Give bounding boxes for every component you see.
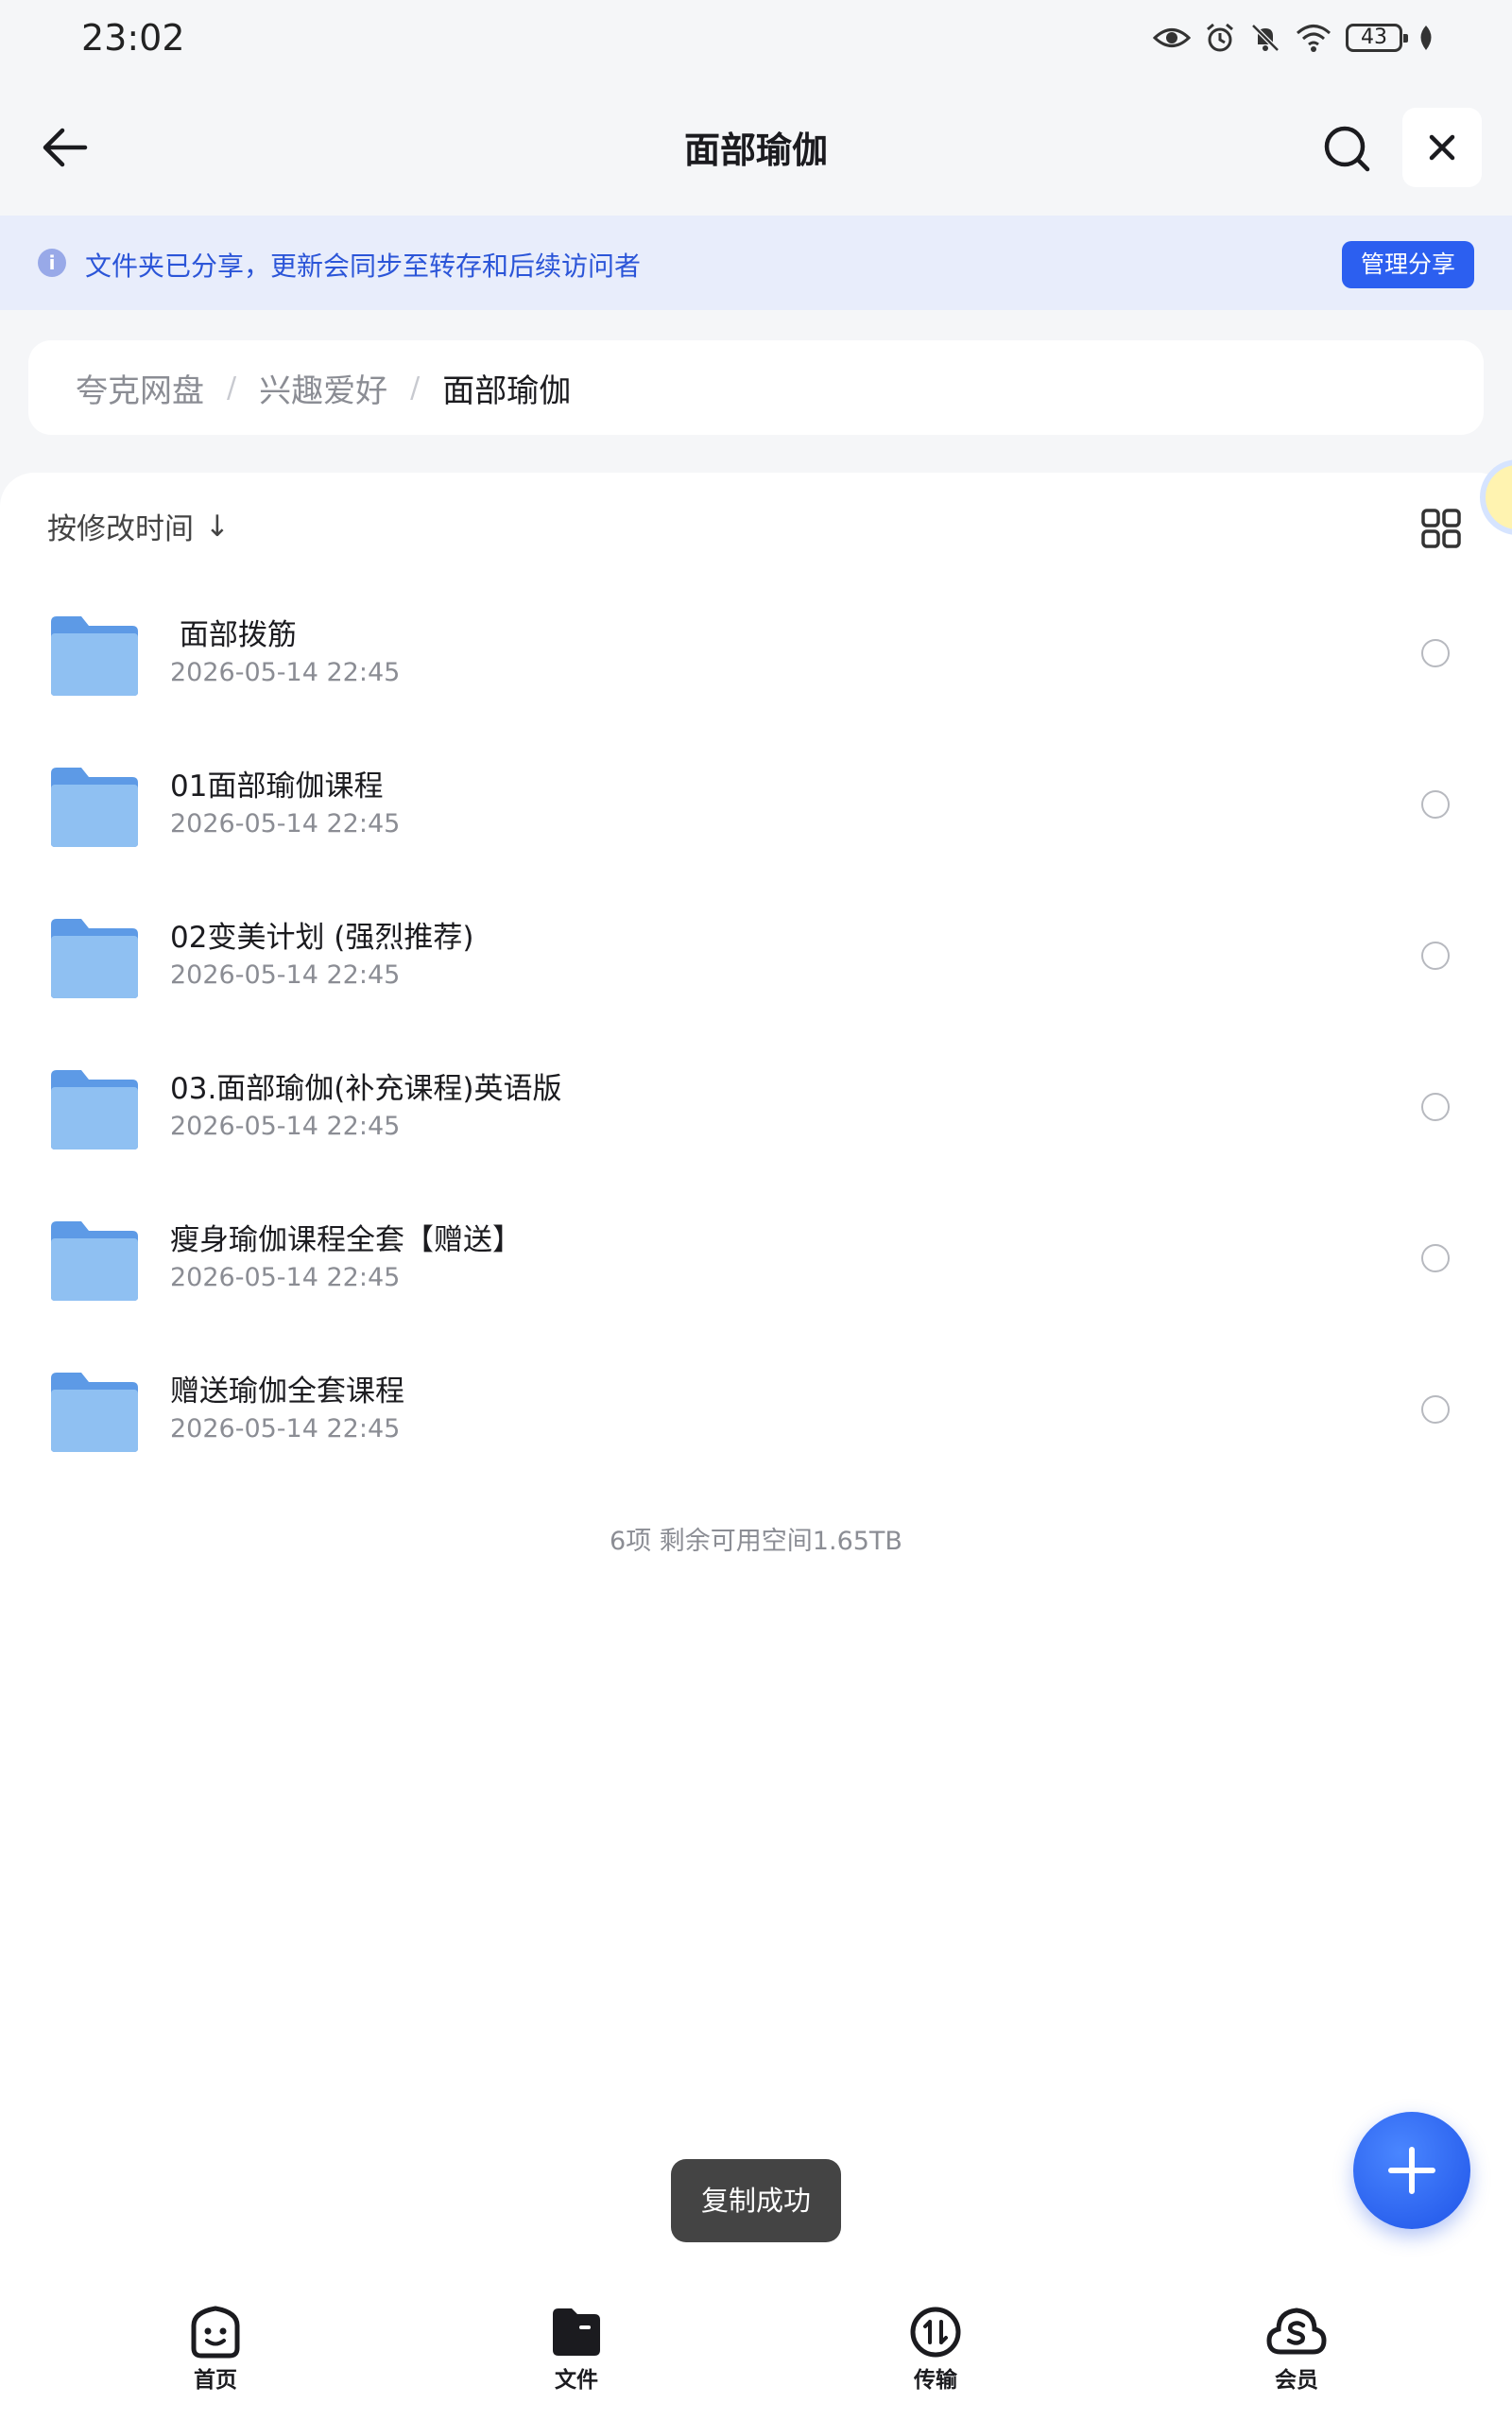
nav-item-transfer[interactable]: 传输 bbox=[869, 2305, 1002, 2409]
share-banner-text: 文件夹已分享，更新会同步至转存和后续访问者 bbox=[85, 251, 642, 282]
page-title: 面部瑜伽 bbox=[683, 130, 828, 171]
folder-icon bbox=[51, 919, 138, 998]
manage-share-button[interactable]: 管理分享 bbox=[1342, 241, 1474, 288]
folder-icon bbox=[51, 1070, 138, 1150]
select-radio[interactable] bbox=[1421, 790, 1450, 819]
breadcrumb-separator: / bbox=[227, 371, 237, 405]
file-row[interactable]: 面部拨筋 2026-05-14 22:45 bbox=[0, 577, 1512, 728]
nav-item-home[interactable]: 首页 bbox=[149, 2305, 282, 2409]
home-face-icon bbox=[191, 2306, 240, 2359]
folder-icon bbox=[51, 1373, 138, 1452]
file-name: 瘦身瑜伽课程全套【赠送】 bbox=[170, 1223, 522, 1257]
breadcrumb-item-hobbies[interactable]: 兴趣爱好 bbox=[259, 365, 387, 411]
nav-item-files[interactable]: 文件 bbox=[510, 2305, 643, 2409]
nav-label-files: 文件 bbox=[555, 2368, 598, 2393]
select-radio[interactable] bbox=[1421, 1395, 1450, 1424]
bell-muted-icon bbox=[1251, 24, 1280, 52]
file-date: 2026-05-14 22:45 bbox=[170, 1263, 401, 1292]
file-name: 02变美计划 (强烈推荐) bbox=[170, 921, 474, 955]
file-row[interactable]: 赠送瑜伽全套课程 2026-05-14 22:45 bbox=[0, 1333, 1512, 1484]
file-name: 赠送瑜伽全套课程 bbox=[170, 1374, 404, 1409]
file-name: 03.面部瑜伽(补充课程)英语版 bbox=[170, 1072, 562, 1106]
select-radio[interactable] bbox=[1421, 1093, 1450, 1121]
breadcrumb: 夸克网盘 / 兴趣爱好 / 面部瑜伽 bbox=[28, 340, 1484, 435]
header-bar: 面部瑜伽 bbox=[0, 79, 1512, 216]
grid-view-button[interactable] bbox=[1418, 505, 1465, 552]
nav-label-transfer: 传输 bbox=[914, 2368, 957, 2393]
select-radio[interactable] bbox=[1421, 1244, 1450, 1272]
status-time: 23:02 bbox=[81, 17, 185, 59]
close-icon bbox=[1429, 134, 1455, 161]
eye-icon bbox=[1153, 28, 1191, 47]
file-row[interactable]: 瘦身瑜伽课程全套【赠送】 2026-05-14 22:45 bbox=[0, 1182, 1512, 1333]
file-date: 2026-05-14 22:45 bbox=[170, 809, 401, 838]
toast-message: 复制成功 bbox=[671, 2159, 841, 2242]
bottom-nav: 首页 文件 传输 会员 bbox=[0, 2288, 1512, 2420]
file-date: 2026-05-14 22:45 bbox=[170, 1414, 401, 1443]
storage-summary: 6项 剩余可用空间1.65TB bbox=[610, 1527, 902, 1556]
transfer-icon bbox=[910, 2307, 961, 2358]
status-icons: 43 bbox=[1153, 19, 1436, 57]
file-date: 2026-05-14 22:45 bbox=[170, 960, 401, 990]
folder-icon bbox=[51, 616, 138, 696]
member-cloud-icon bbox=[1266, 2308, 1327, 2355]
nav-item-member[interactable]: 会员 bbox=[1230, 2305, 1363, 2409]
breadcrumb-item-current: 面部瑜伽 bbox=[442, 372, 572, 410]
select-radio[interactable] bbox=[1421, 942, 1450, 970]
file-row[interactable]: 03.面部瑜伽(补充课程)英语版 2026-05-14 22:45 bbox=[0, 1030, 1512, 1182]
nav-label-member: 会员 bbox=[1275, 2368, 1318, 2393]
info-icon: i bbox=[38, 249, 66, 277]
sort-label: 按修改时间 bbox=[47, 512, 194, 546]
folder-icon bbox=[553, 2308, 600, 2356]
share-banner: i 文件夹已分享，更新会同步至转存和后续访问者 管理分享 bbox=[0, 216, 1512, 310]
breadcrumb-item-root[interactable]: 夸克网盘 bbox=[76, 365, 204, 411]
sort-control[interactable]: 按修改时间 ↓ bbox=[47, 505, 230, 547]
plus-icon bbox=[1388, 2147, 1435, 2194]
alarm-icon bbox=[1207, 23, 1233, 52]
file-name: 面部拨筋 bbox=[170, 618, 297, 652]
folder-icon bbox=[51, 1221, 138, 1301]
status-bar: 23:02 43 bbox=[0, 0, 1512, 79]
close-button[interactable] bbox=[1402, 108, 1482, 187]
grid-icon bbox=[1421, 509, 1461, 548]
file-row[interactable]: 02变美计划 (强烈推荐) 2026-05-14 22:45 bbox=[0, 879, 1512, 1030]
file-date: 2026-05-14 22:45 bbox=[170, 658, 401, 687]
nav-label-home: 首页 bbox=[194, 2368, 237, 2393]
select-radio[interactable] bbox=[1421, 639, 1450, 667]
file-date: 2026-05-14 22:45 bbox=[170, 1112, 401, 1141]
folder-icon bbox=[51, 768, 138, 847]
leaf-icon bbox=[1420, 26, 1432, 50]
sort-arrow-icon: ↓ bbox=[205, 509, 230, 544]
search-button[interactable] bbox=[1314, 115, 1380, 182]
search-icon bbox=[1324, 126, 1370, 172]
file-panel: 按修改时间 ↓ 面部拨筋 2026-05-14 22:45 01面部瑜伽课程 2… bbox=[0, 473, 1512, 2420]
add-button[interactable] bbox=[1353, 2112, 1470, 2229]
breadcrumb-separator: / bbox=[410, 371, 421, 405]
file-row[interactable]: 01面部瑜伽课程 2026-05-14 22:45 bbox=[0, 728, 1512, 879]
file-name: 01面部瑜伽课程 bbox=[170, 769, 384, 804]
file-list: 面部拨筋 2026-05-14 22:45 01面部瑜伽课程 2026-05-1… bbox=[0, 577, 1512, 1484]
wifi-icon bbox=[1297, 25, 1331, 52]
battery-icon: 43 bbox=[1346, 24, 1408, 52]
